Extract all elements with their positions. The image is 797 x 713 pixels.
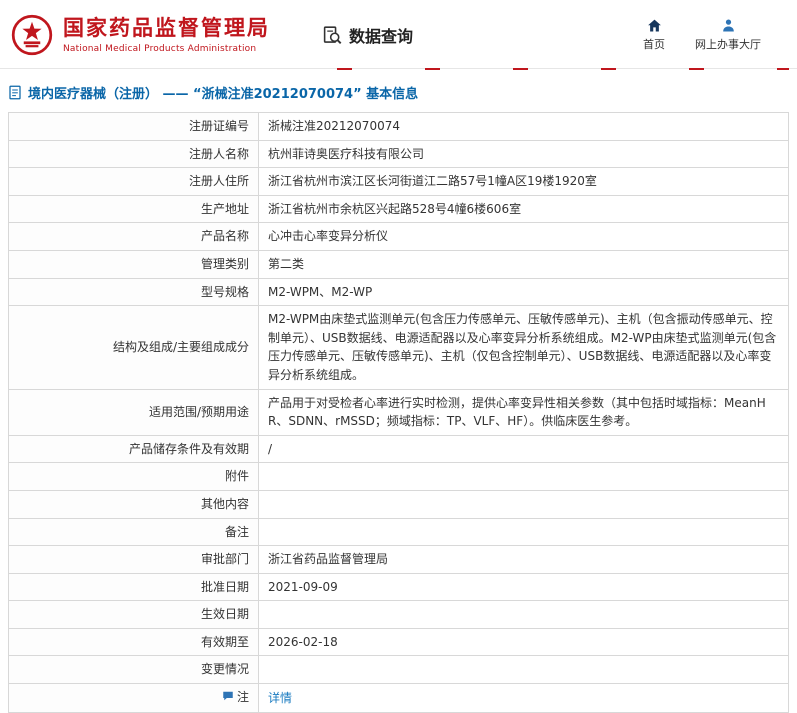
table-row: 批准日期 2021-09-09 xyxy=(8,572,789,602)
table-row: 注册人名称 杭州菲诗奥医疗科技有限公司 xyxy=(8,139,789,169)
row-label: 附件 xyxy=(8,462,259,491)
nav-service-hall[interactable]: 网上办事大厅 xyxy=(695,18,761,52)
home-icon xyxy=(647,18,662,33)
row-value: 心冲击心率变异分析仪 xyxy=(258,222,789,251)
table-row: 审批部门 浙江省药品监督管理局 xyxy=(8,545,789,574)
row-value: 详情 xyxy=(258,683,789,713)
registration-info-table: 注册证编号 浙械注准20212070074 注册人名称 杭州菲诗奥医疗科技有限公司 注册… xyxy=(8,112,789,713)
brand-logo-block[interactable]: 国家药品监督管理局 National Medical Products Admi… xyxy=(10,13,270,57)
row-label: 其他内容 xyxy=(8,489,259,519)
row-label: 有效期至 xyxy=(8,627,259,657)
row-value xyxy=(258,462,789,491)
table-row: 其他内容 xyxy=(8,489,789,519)
page-title-text: 境内医疗器械（注册） —— “浙械注准20212070074” 基本信息 xyxy=(28,87,419,102)
national-emblem-logo xyxy=(10,13,54,57)
org-name-en: National Medical Products Administration xyxy=(63,43,257,54)
row-label: 产品名称 xyxy=(8,222,259,251)
row-label: 注册人住所 xyxy=(8,167,259,196)
row-value xyxy=(258,600,789,629)
row-value: 产品用于对受检者心率进行实时检测，提供心率变异性相关参数（其中包括时域指标：Me… xyxy=(258,388,789,436)
row-value: M2-WPM由床垫式监测单元(包含压力传感单元、压敏传感单元)、主机（包含振动传… xyxy=(258,305,789,390)
table-row: 变更情况 xyxy=(8,655,789,685)
row-value xyxy=(258,489,789,519)
row-value: 浙江省杭州市余杭区兴起路528号4幢6楼606室 xyxy=(258,194,789,224)
row-label: 注册人名称 xyxy=(8,139,259,169)
comment-icon xyxy=(222,689,234,708)
table-row: 附件 xyxy=(8,462,789,491)
table-row: 生产地址 浙江省杭州市余杭区兴起路528号4幢6楼606室 xyxy=(8,194,789,224)
row-label: 生效日期 xyxy=(8,600,259,629)
row-label: 生产地址 xyxy=(8,194,259,224)
nav-home[interactable]: 首页 xyxy=(643,18,665,52)
header-divider xyxy=(0,68,797,70)
table-row: 结构及组成/主要组成成分 M2-WPM由床垫式监测单元(包含压力传感单元、压敏传感… xyxy=(8,305,789,390)
table-row: 生效日期 xyxy=(8,600,789,629)
row-value: 2026-02-18 xyxy=(258,627,789,657)
org-name-cn: 国家药品监督管理局 xyxy=(63,16,270,41)
nav-service-hall-label: 网上办事大厅 xyxy=(695,38,761,51)
detail-link[interactable]: 详情 xyxy=(268,691,292,705)
document-icon xyxy=(8,85,22,100)
red-dash-decoration xyxy=(337,68,789,70)
row-value xyxy=(258,655,789,685)
row-value: 浙江省杭州市滨江区长河街道江二路57号1幢A区19楼1920室 xyxy=(258,167,789,196)
row-value: 第二类 xyxy=(258,249,789,279)
row-label: 备注 xyxy=(8,517,259,547)
table-row: 注册证编号 浙械注准20212070074 xyxy=(8,112,789,141)
section-data-query: 数据查询 xyxy=(322,23,413,47)
person-icon xyxy=(721,18,736,33)
table-row: 备注 xyxy=(8,517,789,547)
table-row: 产品储存条件及有效期 / xyxy=(8,434,789,464)
table-row: 注册人住所 浙江省杭州市滨江区长河街道江二路57号1幢A区19楼1920室 xyxy=(8,167,789,196)
table-row: 适用范围/预期用途 产品用于对受检者心率进行实时检测，提供心率变异性相关参数（其中… xyxy=(8,388,789,436)
top-nav: 首页 网上办事大厅 xyxy=(643,18,787,52)
row-value: 杭州菲诗奥医疗科技有限公司 xyxy=(258,139,789,169)
table-row: 产品名称 心冲击心率变异分析仪 xyxy=(8,222,789,251)
row-value: 2021-09-09 xyxy=(258,572,789,602)
row-label: 变更情况 xyxy=(8,655,259,685)
section-title-label: 数据查询 xyxy=(349,27,414,46)
row-label: 批准日期 xyxy=(8,572,259,602)
table-row: 有效期至 2026-02-18 xyxy=(8,627,789,657)
brand-text: 国家药品监督管理局 National Medical Products Admi… xyxy=(63,16,270,53)
page-title: 境内医疗器械（注册） —— “浙械注准20212070074” 基本信息 xyxy=(8,83,789,102)
table-row: 注详情 xyxy=(8,683,789,713)
row-value: / xyxy=(258,434,789,464)
row-value: 浙江省药品监督管理局 xyxy=(258,545,789,574)
row-label: 结构及组成/主要组成成分 xyxy=(8,305,259,390)
row-label: 注 xyxy=(8,683,259,713)
row-value xyxy=(258,517,789,547)
row-label: 注册证编号 xyxy=(8,112,259,141)
row-value: M2-WPM、M2-WP xyxy=(258,277,789,307)
data-query-icon xyxy=(322,25,343,46)
row-label: 审批部门 xyxy=(8,545,259,574)
row-label: 管理类别 xyxy=(8,249,259,279)
table-row: 管理类别 第二类 xyxy=(8,249,789,279)
row-label: 适用范围/预期用途 xyxy=(8,388,259,436)
table-row: 型号规格 M2-WPM、M2-WP xyxy=(8,277,789,307)
site-header: 国家药品监督管理局 National Medical Products Admi… xyxy=(0,0,797,68)
nav-home-label: 首页 xyxy=(643,38,665,51)
row-value: 浙械注准20212070074 xyxy=(258,112,789,141)
row-label: 型号规格 xyxy=(8,277,259,307)
row-label: 产品储存条件及有效期 xyxy=(8,434,259,464)
